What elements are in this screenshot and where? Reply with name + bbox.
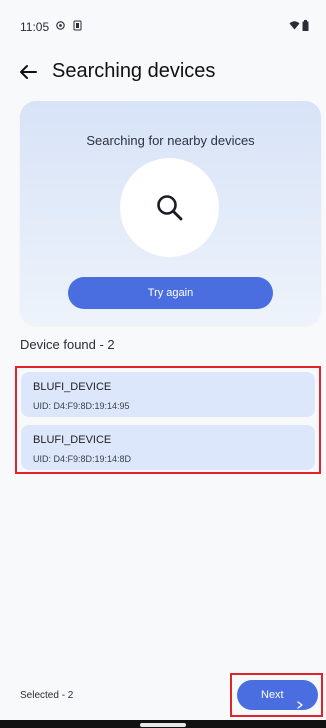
device-item-2[interactable]: BLUFI_DEVICE UID: D4:F9:8D:19:14:8D <box>21 425 315 470</box>
search-card: Searching for nearby devices Try again <box>20 101 321 325</box>
navigation-bar <box>0 720 326 728</box>
search-card-title: Searching for nearby devices <box>86 133 255 148</box>
search-icon <box>155 193 184 222</box>
next-button[interactable]: Next <box>237 680 318 710</box>
status-time: 11:05 <box>20 20 50 34</box>
device-uid: UID: D4:F9:8D:19:14:8D <box>33 454 132 464</box>
device-name: BLUFI_DEVICE <box>33 381 112 393</box>
chevron-right-icon <box>297 691 303 709</box>
status-bar: 11:05 <box>0 0 326 52</box>
battery-saver-icon <box>73 20 82 34</box>
next-button-label: Next <box>261 689 284 701</box>
device-item-1[interactable]: BLUFI_DEVICE UID: D4:F9:8D:19:14:95 <box>21 372 315 417</box>
settings-icon <box>55 20 66 34</box>
home-indicator[interactable] <box>140 723 186 727</box>
device-found-label: Device found - 2 <box>20 337 115 352</box>
next-button-highlight: Next <box>230 673 323 717</box>
device-uid: UID: D4:F9:8D:19:14:95 <box>33 401 130 411</box>
device-list: BLUFI_DEVICE UID: D4:F9:8D:19:14:95 BLUF… <box>15 366 321 474</box>
selected-count-label: Selected - 2 <box>20 690 74 701</box>
wifi-icon <box>289 20 300 33</box>
search-circle <box>120 158 219 257</box>
page-title: Searching devices <box>52 60 216 82</box>
app-bar: Searching devices <box>0 52 326 92</box>
back-arrow-icon[interactable] <box>16 60 40 84</box>
device-name: BLUFI_DEVICE <box>33 434 112 446</box>
try-again-button[interactable]: Try again <box>68 277 273 309</box>
battery-icon <box>302 20 309 34</box>
